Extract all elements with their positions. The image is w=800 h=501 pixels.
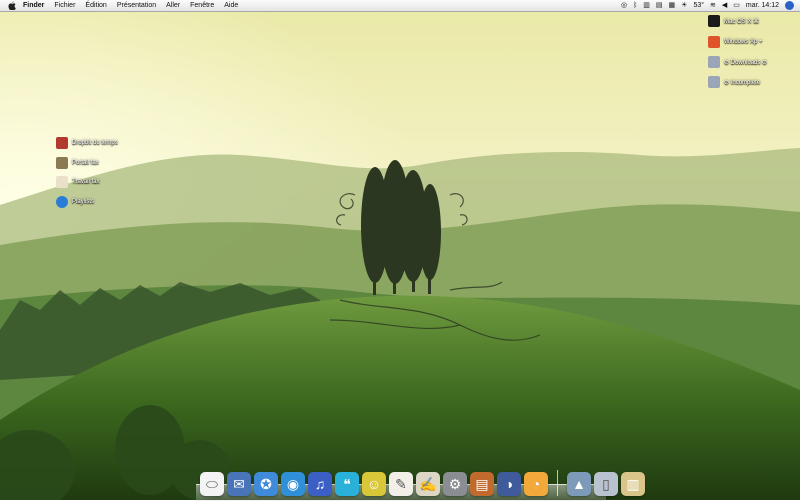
dock-ichat-icon[interactable]: ❝ xyxy=(335,472,359,496)
notepad-icon xyxy=(56,176,68,188)
dock-script-editor-icon[interactable]: ✍ xyxy=(416,472,440,496)
dock-separator xyxy=(557,470,558,496)
menubar-extras: ◎ ᛒ ▥ ▤ ▦ ☀ 53° ≋ ◀ ▭ mar. 14:12 xyxy=(621,0,794,11)
menu-finder[interactable]: Finder xyxy=(18,0,49,11)
spotlight-icon[interactable] xyxy=(785,1,794,10)
apple-menu-icon[interactable] xyxy=(6,0,18,11)
dock-itunes-icon[interactable]: ♫ xyxy=(308,472,332,496)
sync-status-icon[interactable]: ◎ xyxy=(621,0,627,11)
dock-documents-stack-icon[interactable]: ▯ xyxy=(594,472,618,496)
macosx-x-icon xyxy=(708,15,720,27)
incomplete-drive-icon xyxy=(708,76,720,88)
desktop-icon-label: Windows Xp + xyxy=(724,39,763,45)
menu-edit[interactable]: Édition xyxy=(80,0,111,11)
dock-trash-icon[interactable]: ▥ xyxy=(621,472,645,496)
desktop-icon-label: ⊘ Downloads ⊘ xyxy=(724,59,768,66)
red-book-icon xyxy=(56,137,68,149)
desktop-icon-label: Dropbit du temps xyxy=(72,140,118,146)
volume-icon[interactable]: ◀ xyxy=(722,0,727,11)
pictures-folder-icon xyxy=(56,157,68,169)
desktop-icon-macosx[interactable]: Mac OS X ⌘ xyxy=(708,15,759,27)
desktop-icon-label: Portail fax xyxy=(72,160,99,166)
desktop-icon-label: Travail fax xyxy=(72,179,100,185)
dock: ⬭ ✉ ✪ ◉ ♫ ❝ ☺ ✎ ✍ ⚙ ▤ ◑ ◔ ▲ ▯ ▥ xyxy=(200,464,645,496)
desktop-wallpaper xyxy=(0,0,800,500)
music-note-icon xyxy=(56,196,68,208)
menu-go[interactable]: Aller xyxy=(161,0,185,11)
menu-help[interactable]: Aide xyxy=(219,0,243,11)
desktop-icon-incomplete[interactable]: ⊘ Incomplete xyxy=(708,76,760,88)
downloads-drive-icon xyxy=(708,56,720,68)
dock-network-globe-icon[interactable]: ◉ xyxy=(281,472,305,496)
desktop-icon-label: Mac OS X ⌘ xyxy=(724,18,760,25)
menu-file[interactable]: Fichier xyxy=(49,0,80,11)
menu-window[interactable]: Fenêtre xyxy=(185,0,219,11)
dock-mail-icon[interactable]: ✉ xyxy=(227,472,251,496)
wifi-icon[interactable]: ≋ xyxy=(710,0,716,11)
dock-notes-icon[interactable]: ✎ xyxy=(389,472,413,496)
desktop-icon-travail-fax[interactable]: Travail fax xyxy=(56,176,99,188)
windows-logo-icon xyxy=(708,36,720,48)
dock-quicktime-icon[interactable]: ◑ xyxy=(497,472,521,496)
menu-view[interactable]: Présentation xyxy=(112,0,161,11)
menu-bar: Finder Fichier Édition Présentation Alle… xyxy=(0,0,800,12)
dock-rss-reader-icon[interactable]: ◔ xyxy=(524,472,548,496)
desktop-icon-label: Playlists xyxy=(72,199,95,205)
dock-system-preferences-icon[interactable]: ⚙ xyxy=(443,472,467,496)
desktop-icon-windows-xp[interactable]: Windows Xp + xyxy=(708,36,763,48)
network-meter-icon[interactable]: ▤ xyxy=(656,0,663,11)
battery-icon[interactable]: ▭ xyxy=(733,0,740,11)
cpu-meter-icon[interactable]: ▦ xyxy=(669,0,676,11)
desktop-icon-label: ⊘ Incomplete xyxy=(724,79,761,86)
bluetooth-icon[interactable]: ᛒ xyxy=(633,0,637,11)
temperature-readout[interactable]: 53° xyxy=(693,0,704,11)
desktop-icon-downloads[interactable]: ⊘ Downloads ⊘ xyxy=(708,56,767,68)
desktop-icon-portail-fax[interactable]: Portail fax xyxy=(56,157,99,169)
dock-adium-duck-icon[interactable]: ☺ xyxy=(362,472,386,496)
clock[interactable]: mar. 14:12 xyxy=(746,0,779,11)
desktop-icon-dropbit[interactable]: Dropbit du temps xyxy=(56,137,118,149)
dock-finder-mouse-icon[interactable]: ⬭ xyxy=(200,472,224,496)
dock-safari-icon[interactable]: ✪ xyxy=(254,472,278,496)
dock-applications-stack-icon[interactable]: ▲ xyxy=(567,472,591,496)
weather-icon[interactable]: ☀ xyxy=(681,0,687,11)
dock-calendar-book-icon[interactable]: ▤ xyxy=(470,472,494,496)
desktop-icon-playlists[interactable]: Playlists xyxy=(56,196,94,208)
activity-monitor-icon[interactable]: ▥ xyxy=(643,0,650,11)
